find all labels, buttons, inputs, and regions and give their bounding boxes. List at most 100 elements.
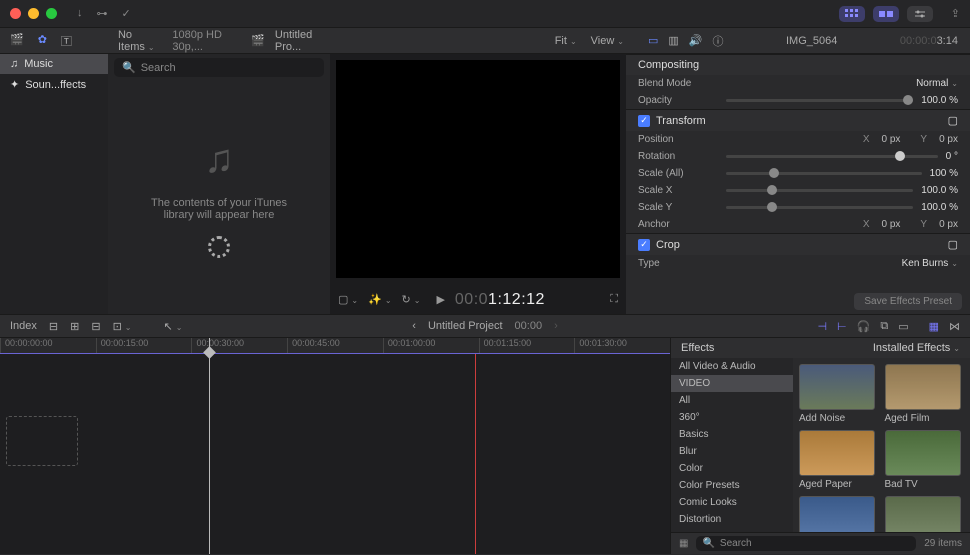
- viewer: ▢⌄ ✨⌄ ↻⌄ ▶ 00:01:12:12 ⛶: [330, 54, 626, 314]
- fx-cat-basics[interactable]: Basics: [671, 426, 793, 443]
- zoom-window[interactable]: [46, 8, 57, 19]
- library-photos-icon[interactable]: ✿: [38, 33, 47, 49]
- blend-mode-value[interactable]: Normal⌄: [916, 78, 958, 89]
- save-effects-preset-button[interactable]: Save Effects Preset: [854, 293, 962, 310]
- share-icon[interactable]: ⇪: [951, 7, 960, 20]
- fit-menu[interactable]: Fit⌄: [555, 35, 577, 47]
- playhead[interactable]: [209, 338, 210, 554]
- transform-tool-icon[interactable]: ▢⌄: [338, 293, 358, 306]
- view-menu[interactable]: View⌄: [591, 35, 624, 47]
- retime-tool-icon[interactable]: ↻⌄: [402, 293, 421, 306]
- row-scale-all: Scale (All) 100 %: [626, 165, 970, 182]
- viewer-canvas[interactable]: [336, 60, 620, 278]
- connect-clip-icon[interactable]: ⊟: [49, 320, 58, 333]
- prev-edit-icon[interactable]: ‹: [412, 320, 416, 332]
- sidebar-item-sound-effects[interactable]: ✦ Soun...ffects: [0, 74, 108, 95]
- timeline[interactable]: 00:00:00:0000:00:15:0000:00:30:0000:00:4…: [0, 338, 670, 554]
- project-name-label[interactable]: Untitled Pro...: [275, 29, 330, 53]
- scale-x-slider[interactable]: [726, 189, 913, 192]
- snapping-icon[interactable]: ⧉: [880, 320, 888, 333]
- timeline-view-icon[interactable]: ▭: [898, 320, 908, 333]
- skimming-icon[interactable]: ⊣: [817, 320, 827, 333]
- play-button[interactable]: ▶: [436, 293, 444, 306]
- inspector-audio-icon[interactable]: 🔊: [689, 34, 703, 47]
- scale-all-slider[interactable]: [726, 172, 922, 175]
- audio-skimming-icon[interactable]: ⊢: [837, 320, 847, 333]
- solo-icon[interactable]: 🎧: [857, 320, 871, 333]
- layout-grid-button[interactable]: [839, 6, 865, 22]
- effect-add-noise[interactable]: Add Noise: [799, 364, 879, 424]
- layout-dual-button[interactable]: [873, 6, 899, 22]
- effect-aged-paper[interactable]: Aged Paper: [799, 430, 879, 490]
- select-tool-icon[interactable]: ↖⌄: [164, 320, 183, 333]
- fx-cat-distortion[interactable]: Distortion: [671, 511, 793, 528]
- clapper-icon[interactable]: 🎬: [251, 34, 265, 47]
- close-window[interactable]: [10, 8, 21, 19]
- rotation-slider[interactable]: [726, 155, 938, 158]
- sidebar-item-music[interactable]: ♫ Music: [0, 54, 108, 74]
- traffic-lights: [10, 8, 57, 19]
- append-clip-icon[interactable]: ⊟: [91, 320, 100, 333]
- library-media-icon[interactable]: 🎬: [10, 33, 24, 49]
- clip-placeholder[interactable]: [6, 416, 78, 466]
- fx-cat-all-va[interactable]: All Video & Audio: [671, 358, 793, 375]
- insert-clip-icon[interactable]: ⊞: [70, 320, 79, 333]
- scale-y-value[interactable]: 100.0 %: [921, 202, 958, 213]
- installed-effects-menu[interactable]: Installed Effects⌄: [873, 342, 960, 354]
- fx-cat-all[interactable]: All: [671, 392, 793, 409]
- transform-checkbox[interactable]: ✓: [638, 115, 650, 127]
- enhance-tool-icon[interactable]: ✨⌄: [368, 293, 391, 306]
- no-items-label[interactable]: No Items⌄: [118, 29, 162, 53]
- inspector-info-icon[interactable]: ⓘ: [713, 33, 724, 49]
- fullscreen-icon[interactable]: ⛶: [610, 293, 618, 306]
- viewer-timecode: 00:01:12:12: [455, 289, 545, 309]
- opacity-value[interactable]: 100.0 %: [921, 95, 958, 106]
- crop-reset-icon[interactable]: ▢: [948, 238, 958, 251]
- inspector-video-icon[interactable]: ▭: [648, 34, 658, 47]
- section-crop[interactable]: ✓ Crop ▢: [626, 233, 970, 255]
- effects-search-input[interactable]: 🔍 Search: [696, 536, 916, 551]
- crop-checkbox[interactable]: ✓: [638, 239, 650, 251]
- effect-aged-film[interactable]: Aged Film: [885, 364, 965, 424]
- keyword-icon[interactable]: ⊶: [97, 7, 108, 20]
- fx-cat-comic[interactable]: Comic Looks: [671, 494, 793, 511]
- media-browser: 🔍 Search ♫ The contents of your iTunes l…: [108, 54, 330, 314]
- anchor-y-value[interactable]: 0 px: [939, 219, 958, 230]
- layout-settings-button[interactable]: [907, 6, 933, 22]
- minimize-window[interactable]: [28, 8, 39, 19]
- fx-view-grid-icon[interactable]: ▦: [679, 538, 688, 549]
- timeline-ruler[interactable]: 00:00:00:0000:00:15:0000:00:30:0000:00:4…: [0, 338, 670, 354]
- inspector-filmstrip-icon[interactable]: ▥: [668, 34, 678, 47]
- opacity-slider[interactable]: [726, 99, 913, 102]
- position-y-value[interactable]: 0 px: [939, 134, 958, 145]
- clip-duration-label: 00:00:03:14: [900, 34, 958, 47]
- effect-item-6[interactable]: [885, 496, 965, 532]
- effect-bad-tv[interactable]: Bad TV: [885, 430, 965, 490]
- fx-cat-360[interactable]: 360°: [671, 409, 793, 426]
- scale-y-slider[interactable]: [726, 206, 913, 209]
- transform-reset-icon[interactable]: ▢: [948, 114, 958, 127]
- search-input[interactable]: 🔍 Search: [114, 58, 324, 77]
- scale-all-value[interactable]: 100 %: [930, 168, 958, 179]
- fx-cat-blur[interactable]: Blur: [671, 443, 793, 460]
- fx-cat-video[interactable]: VIDEO: [671, 375, 793, 392]
- overwrite-clip-icon[interactable]: ⊡⌄: [113, 320, 132, 333]
- import-icon[interactable]: ↓: [77, 7, 83, 20]
- row-anchor: Anchor X 0 px Y 0 px: [626, 216, 970, 233]
- rotation-value[interactable]: 0 °: [946, 151, 958, 162]
- section-transform[interactable]: ✓ Transform ▢: [626, 109, 970, 131]
- scale-x-value[interactable]: 100.0 %: [921, 185, 958, 196]
- crop-type-value[interactable]: Ken Burns⌄: [902, 258, 958, 269]
- fx-cat-color-presets[interactable]: Color Presets: [671, 477, 793, 494]
- render-icon[interactable]: ✓: [122, 7, 131, 20]
- effects-browser-icon[interactable]: ▦: [929, 320, 939, 333]
- index-button[interactable]: Index: [10, 320, 37, 332]
- next-edit-icon[interactable]: ›: [554, 320, 558, 332]
- anchor-x-value[interactable]: 0 px: [882, 219, 901, 230]
- fx-cat-color[interactable]: Color: [671, 460, 793, 477]
- position-x-value[interactable]: 0 px: [882, 134, 901, 145]
- section-compositing[interactable]: Compositing: [626, 54, 970, 75]
- transitions-browser-icon[interactable]: ⋈: [949, 320, 960, 333]
- library-titles-icon[interactable]: 🅃: [61, 33, 72, 49]
- effect-item-5[interactable]: [799, 496, 879, 532]
